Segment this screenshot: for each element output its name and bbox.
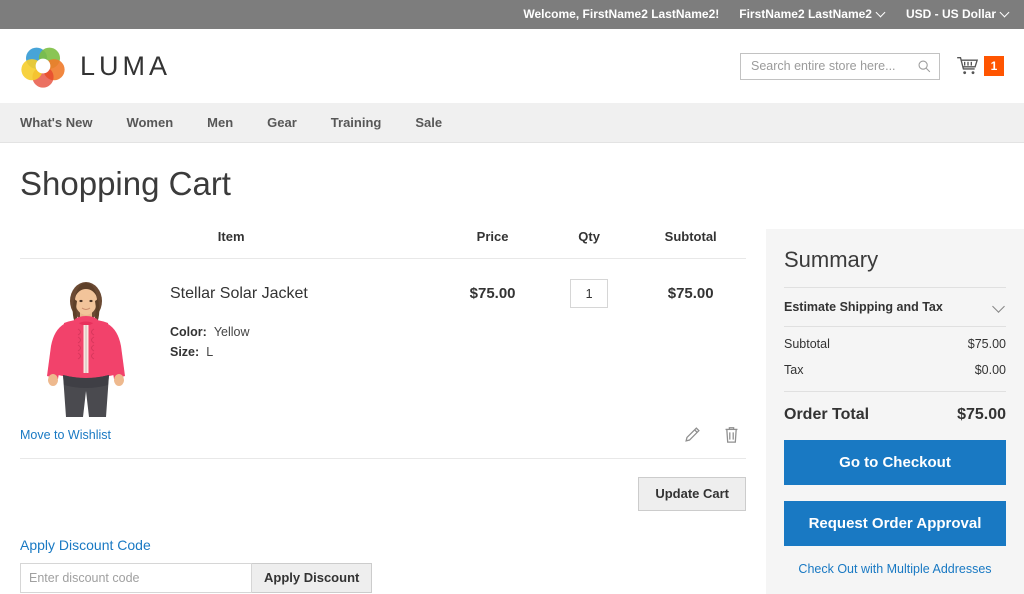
product-name[interactable]: Stellar Solar Jacket: [170, 285, 308, 303]
summary-row-subtotal: Subtotal $75.00: [784, 327, 1006, 355]
item-action-icons: [684, 425, 746, 444]
currency-switcher-label: USD - US Dollar: [906, 0, 996, 29]
cart-layout: Item Price Qty Subtotal: [20, 229, 1004, 594]
summary-row-value: $75.00: [968, 337, 1006, 351]
move-to-wishlist-link[interactable]: Move to Wishlist: [20, 428, 111, 442]
option-label: Color:: [170, 325, 207, 339]
multiple-addresses-link[interactable]: Check Out with Multiple Addresses: [784, 562, 1006, 576]
column-header-subtotal: Subtotal: [635, 229, 746, 259]
minicart[interactable]: 1: [956, 56, 1004, 76]
chevron-down-icon: [1001, 8, 1010, 17]
search-input[interactable]: [749, 58, 913, 74]
luma-logo-icon: [20, 43, 66, 89]
cart-item-cell: Stellar Solar Jacket Color: Yellow Size:…: [20, 259, 442, 418]
cart-table: Item Price Qty Subtotal: [20, 229, 746, 417]
main-navigation: What's New Women Men Gear Training Sale: [0, 103, 1024, 143]
column-header-item: Item: [20, 229, 442, 259]
option-value: L: [206, 345, 213, 359]
order-summary-panel: Summary Estimate Shipping and Tax Subtot…: [766, 229, 1024, 594]
shopping-cart-icon[interactable]: [956, 56, 980, 76]
summary-row-value: $0.00: [975, 363, 1006, 377]
product-row: Stellar Solar Jacket Color: Yellow Size:…: [20, 277, 442, 417]
currency-switcher[interactable]: USD - US Dollar: [906, 0, 1010, 29]
discount-code-input[interactable]: [20, 563, 252, 593]
nav-item-sale[interactable]: Sale: [415, 103, 460, 143]
product-option-color: Color: Yellow: [170, 325, 308, 339]
discount-form: Apply Discount: [20, 563, 746, 593]
top-panel: Welcome, FirstName2 LastName2! FirstName…: [0, 0, 1024, 29]
header-actions: 1: [740, 53, 1004, 80]
summary-row-label: Subtotal: [784, 337, 830, 351]
order-total-row: Order Total $75.00: [784, 392, 1006, 440]
welcome-message: Welcome, FirstName2 LastName2!: [523, 0, 719, 29]
cart-table-body: Stellar Solar Jacket Color: Yellow Size:…: [20, 259, 746, 418]
chevron-down-icon: [992, 300, 1006, 314]
cart-item-actions-row: Move to Wishlist: [20, 417, 746, 459]
brand-logo[interactable]: LUMA: [20, 43, 171, 89]
brand-name: LUMA: [80, 51, 171, 82]
column-header-qty: Qty: [543, 229, 636, 259]
chevron-down-icon: [877, 8, 886, 17]
product-image[interactable]: [20, 277, 152, 417]
account-menu-label: FirstName2 LastName2: [739, 0, 872, 29]
item-subtotal: $75.00: [635, 259, 746, 418]
nav-item-whats-new[interactable]: What's New: [20, 103, 110, 143]
summary-row-tax: Tax $0.00: [784, 355, 1006, 387]
estimate-shipping-and-tax-toggle[interactable]: Estimate Shipping and Tax: [784, 288, 1006, 327]
item-price: $75.00: [442, 259, 543, 418]
estimate-shipping-label: Estimate Shipping and Tax: [784, 300, 943, 314]
item-qty-cell: [543, 259, 636, 418]
table-row: Stellar Solar Jacket Color: Yellow Size:…: [20, 259, 746, 418]
quantity-stepper[interactable]: [570, 279, 608, 308]
product-photo-illustration: [20, 277, 152, 417]
request-order-approval-button[interactable]: Request Order Approval: [784, 501, 1006, 546]
product-details: Stellar Solar Jacket Color: Yellow Size:…: [170, 277, 308, 417]
option-label: Size:: [170, 345, 199, 359]
nav-item-training[interactable]: Training: [331, 103, 400, 143]
nav-item-men[interactable]: Men: [207, 103, 251, 143]
product-option-size: Size: L: [170, 345, 308, 359]
site-header: LUMA 1: [0, 29, 1024, 103]
search-box[interactable]: [740, 53, 940, 80]
discount-block: Apply Discount Code Apply Discount: [20, 537, 746, 593]
summary-title: Summary: [784, 247, 1006, 273]
page-body: Shopping Cart Item Price Qty Subtotal: [0, 165, 1024, 594]
go-to-checkout-button[interactable]: Go to Checkout: [784, 440, 1006, 485]
cart-table-header-row: Item Price Qty Subtotal: [20, 229, 746, 259]
order-total-label: Order Total: [784, 406, 869, 424]
cart-items-section: Item Price Qty Subtotal: [20, 229, 746, 593]
cart-item-count: 1: [984, 56, 1004, 76]
apply-discount-button[interactable]: Apply Discount: [252, 563, 372, 593]
trash-icon[interactable]: [723, 425, 740, 444]
pencil-icon[interactable]: [684, 425, 701, 444]
update-cart-button[interactable]: Update Cart: [638, 477, 746, 511]
cart-table-head: Item Price Qty Subtotal: [20, 229, 746, 259]
nav-item-women[interactable]: Women: [126, 103, 191, 143]
order-total-value: $75.00: [957, 406, 1006, 424]
nav-item-gear[interactable]: Gear: [267, 103, 315, 143]
account-menu[interactable]: FirstName2 LastName2: [739, 0, 886, 29]
apply-discount-toggle[interactable]: Apply Discount Code: [20, 537, 151, 553]
search-icon[interactable]: [917, 59, 931, 73]
option-value: Yellow: [214, 325, 250, 339]
cart-buttons: Update Cart: [20, 459, 746, 511]
column-header-price: Price: [442, 229, 543, 259]
page-title: Shopping Cart: [20, 165, 1004, 203]
summary-row-label: Tax: [784, 363, 803, 377]
